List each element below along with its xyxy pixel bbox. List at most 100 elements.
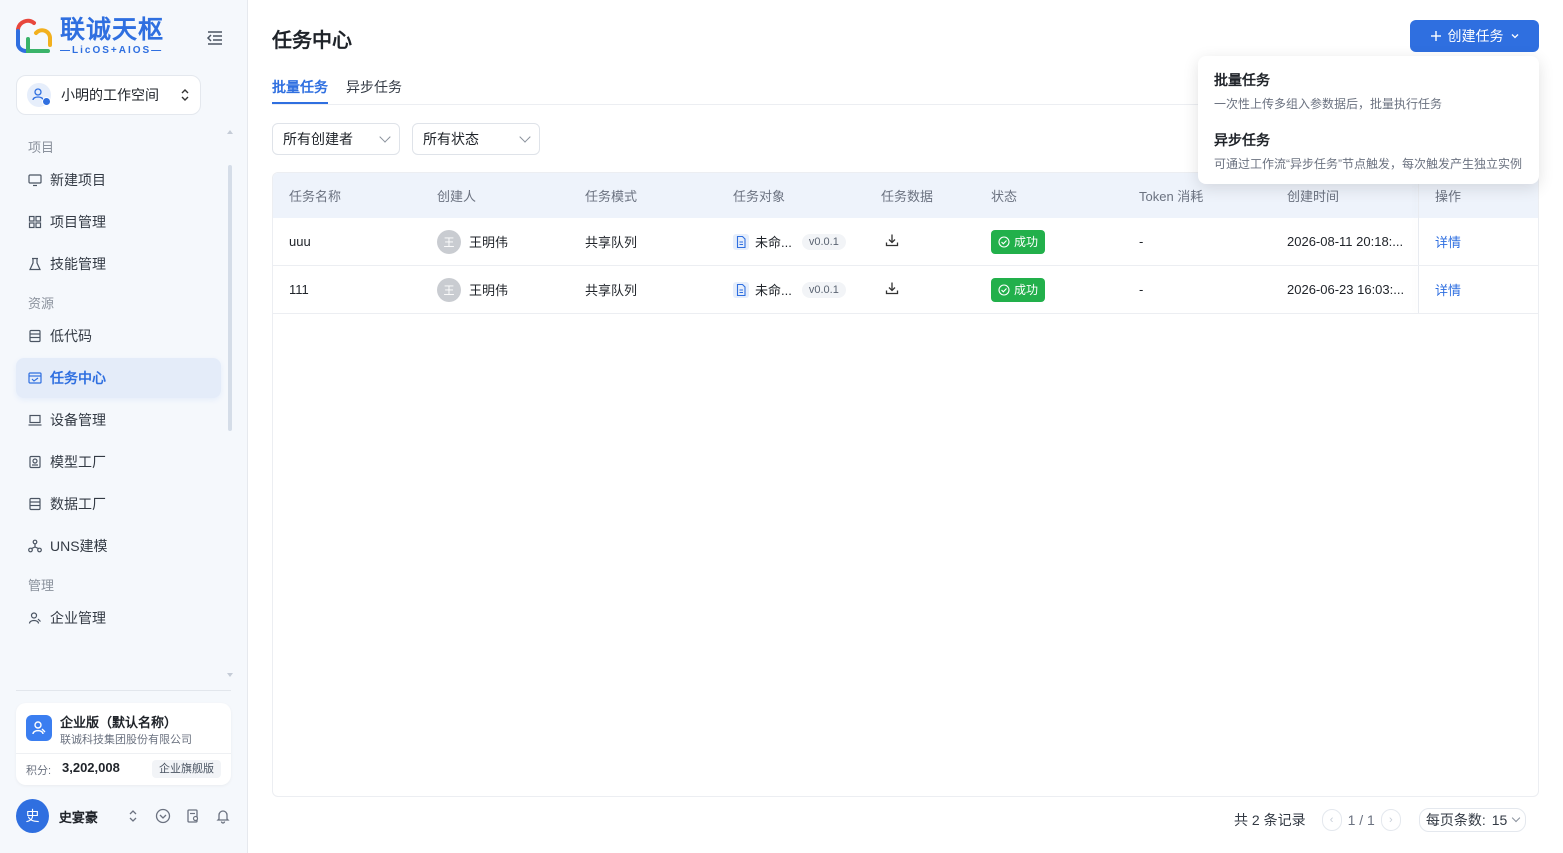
sidebar-item-project-management[interactable]: 项目管理	[16, 202, 221, 242]
status-badge: 成功	[991, 277, 1046, 302]
brand-logo-icon	[14, 17, 54, 57]
status-text: 成功	[1014, 283, 1039, 297]
brand-subtitle: —LicOS+AIOS—	[60, 45, 164, 56]
bell-icon[interactable]	[215, 808, 231, 824]
download-icon[interactable]	[885, 233, 899, 250]
document-search-icon[interactable]	[185, 808, 201, 824]
header-creator: 创建人	[437, 189, 477, 204]
detail-link[interactable]: 详情	[1435, 280, 1461, 299]
header-task-data: 任务数据	[881, 189, 934, 204]
status-filter-value: 所有状态	[423, 131, 479, 147]
status-filter-select[interactable]: 所有状态	[412, 123, 540, 155]
header-task-target: 任务对象	[733, 189, 786, 204]
sidebar-item-data-factory[interactable]: 数据工厂	[16, 484, 221, 524]
page-size-select[interactable]: 每页条数: 15	[1418, 808, 1527, 832]
sidebar-item-label: 企业管理	[50, 610, 106, 626]
sidebar-item-model-factory[interactable]: 模型工厂	[16, 442, 221, 482]
task-table: 任务名称 创建人 任务模式 任务对象 任务数据 状态 Token 消耗 创建时间…	[272, 172, 1539, 797]
detail-link[interactable]: 详情	[1435, 232, 1461, 251]
pagination: 共 2 条记录 ‹ 1 / 1 › 每页条数: 15	[1234, 808, 1527, 832]
sidebar-divider	[16, 690, 231, 691]
scroll-up-arrow-icon[interactable]	[227, 130, 233, 134]
check-circle-icon	[998, 283, 1010, 296]
org-company: 联诚科技集团股份有限公司	[60, 734, 192, 746]
total-records: 共 2 条记录	[1234, 812, 1306, 828]
org-card[interactable]: 企业版（默认名称） 联诚科技集团股份有限公司 积分: 3,202,008 企业旗…	[16, 703, 231, 785]
points-label: 积分:	[26, 765, 52, 777]
task-mode: 共享队列	[585, 283, 638, 298]
user-row: 史 史宴豪	[16, 798, 231, 834]
page-size-label: 每页条数:	[1425, 812, 1486, 828]
create-task-button[interactable]: 创建任务	[1410, 20, 1539, 52]
tab-async-tasks[interactable]: 异步任务	[346, 72, 402, 104]
table-row[interactable]: uuu 王 王明伟 共享队列 未命... v0.0.1 成功 - 2026-08…	[273, 218, 1538, 266]
header-task-name: 任务名称	[289, 189, 342, 204]
dropdown-item-batch-task[interactable]: 批量任务 一次性上传多组入参数据后，批量执行任务	[1214, 70, 1442, 112]
sidebar-item-label: 项目管理	[50, 214, 106, 230]
sidebar: 联诚天枢 —LicOS+AIOS— 小明的工作空间 项目 新建项目 项目管理 技…	[0, 0, 248, 853]
scroll-down-arrow-icon[interactable]	[227, 673, 233, 677]
sidebar-scrollbar[interactable]	[228, 165, 232, 431]
token-usage: -	[1139, 282, 1144, 297]
collapse-sidebar-icon[interactable]	[206, 30, 224, 46]
task-target-name: 未命...	[755, 235, 792, 250]
user-name: 史宴豪	[58, 809, 98, 825]
points-value: 3,202,008	[62, 760, 120, 775]
task-target-name: 未命...	[755, 283, 792, 298]
created-time: 2026-06-23 16:03:...	[1287, 282, 1405, 297]
sidebar-item-new-project[interactable]: 新建项目	[16, 160, 221, 200]
task-tabs: 批量任务 异步任务	[272, 72, 402, 104]
list-icon	[28, 329, 42, 343]
header-task-mode: 任务模式	[585, 189, 638, 204]
workspace-switcher[interactable]: 小明的工作空间	[16, 75, 201, 115]
tab-batch-tasks[interactable]: 批量任务	[272, 72, 328, 104]
document-icon	[733, 233, 749, 250]
sidebar-item-label: 新建项目	[50, 172, 106, 188]
fixed-column-shadow	[1418, 266, 1419, 313]
sidebar-item-task-center[interactable]: 任务中心	[16, 358, 221, 398]
sort-arrows-icon[interactable]	[125, 808, 141, 824]
users-icon	[28, 611, 42, 625]
sidebar-item-label: 任务中心	[50, 370, 106, 386]
app-root: 联诚天枢 —LicOS+AIOS— 小明的工作空间 项目 新建项目 项目管理 技…	[0, 0, 1563, 853]
workspace-name: 小明的工作空间	[61, 87, 159, 103]
user-avatar[interactable]: 史	[16, 799, 49, 833]
fixed-column-shadow	[1418, 218, 1419, 265]
chevron-down-icon	[1512, 813, 1521, 823]
creator-avatar: 王	[437, 229, 461, 254]
brand-title: 联诚天枢	[60, 16, 165, 44]
sidebar-item-skill-management[interactable]: 技能管理	[16, 244, 221, 284]
task-mode: 共享队列	[585, 235, 638, 250]
version-badge: v0.0.1	[801, 281, 846, 298]
brand-logo[interactable]: 联诚天枢 —LicOS+AIOS—	[14, 16, 164, 58]
network-icon	[28, 539, 42, 553]
prev-page-button[interactable]: ‹	[1321, 809, 1342, 831]
grid-icon	[28, 215, 42, 229]
nav-group-resource: 资源	[28, 296, 55, 311]
token-usage: -	[1139, 234, 1144, 249]
creator-filter-select[interactable]: 所有创建者	[272, 123, 400, 155]
status-text: 成功	[1014, 235, 1039, 249]
chevron-down-icon	[519, 131, 531, 143]
sidebar-item-low-code[interactable]: 低代码	[16, 316, 221, 356]
next-page-button[interactable]: ›	[1380, 809, 1401, 831]
create-task-label: 创建任务	[1447, 28, 1504, 44]
header-actions: 操作	[1435, 189, 1462, 204]
sidebar-item-device-management[interactable]: 设备管理	[16, 400, 221, 440]
sidebar-item-enterprise-management[interactable]: 企业管理	[16, 598, 221, 638]
org-card-divider	[16, 753, 231, 754]
creator-cell: 王 王明伟	[437, 277, 509, 302]
creator-name: 王明伟	[469, 235, 509, 250]
sidebar-item-uns-modeling[interactable]: UNS建模	[16, 526, 221, 566]
creator-name: 王明伟	[469, 283, 509, 298]
task-target-cell[interactable]: 未命... v0.0.1	[733, 232, 846, 251]
download-icon[interactable]	[885, 281, 899, 298]
table-row[interactable]: 111 王 王明伟 共享队列 未命... v0.0.1 成功 - 2026-06…	[273, 266, 1538, 314]
dropdown-item-async-task[interactable]: 异步任务 可通过工作流“异步任务”节点触发，每次触发产生独立实例	[1214, 130, 1522, 172]
chevron-down-icon	[379, 131, 391, 143]
creator-avatar: 王	[437, 277, 461, 302]
task-target-cell[interactable]: 未命... v0.0.1	[733, 280, 846, 299]
chevron-circle-down-icon[interactable]	[155, 808, 171, 824]
sort-arrows-icon	[180, 88, 190, 102]
plus-icon	[1430, 31, 1441, 41]
